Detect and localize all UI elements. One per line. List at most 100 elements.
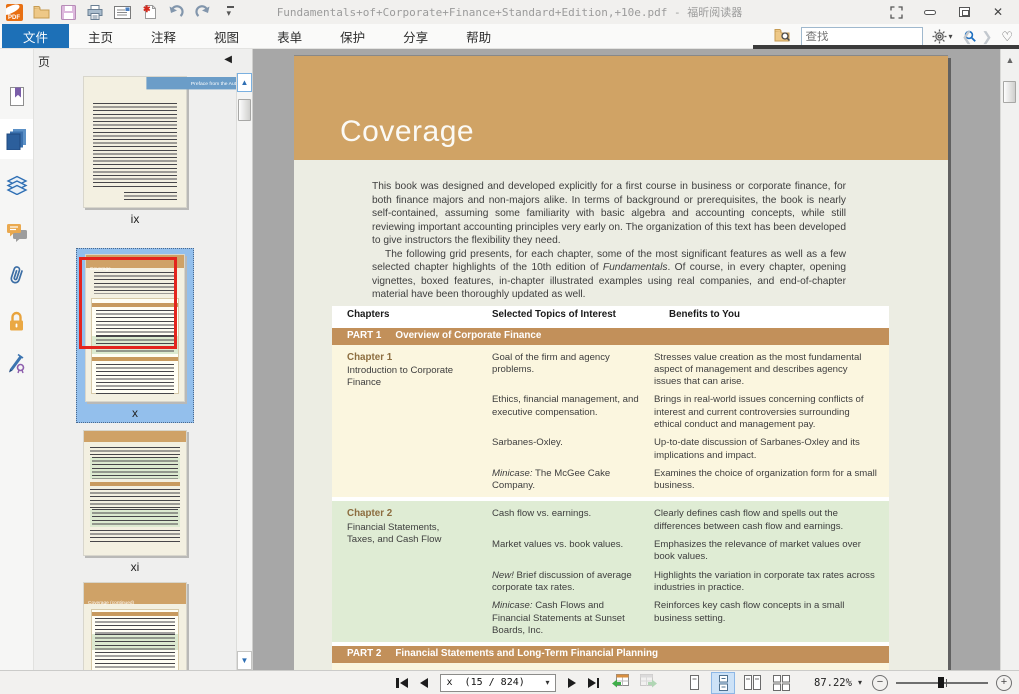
tab-comment[interactable]: 注释 [132, 24, 195, 48]
customize-toolbar-dropdown-icon[interactable]: ▾ [221, 3, 239, 21]
thumbnail-page-next[interactable]: Coverage (continued) [83, 582, 187, 670]
page-title-banner: Coverage [294, 56, 948, 160]
attachments-panel-icon[interactable] [0, 257, 33, 293]
table-row: Sarbanes-Oxley. Up-to-date discussion of… [477, 437, 889, 462]
continuous-facing-mode-icon[interactable] [770, 673, 792, 693]
zoom-level-value[interactable]: 87.22% [814, 677, 852, 689]
panel-collapse-icon[interactable]: ◀ [224, 54, 232, 65]
next-page-button[interactable] [568, 678, 576, 688]
chapter-title: Introduction to Corporate Finance [347, 365, 461, 390]
last-page-button[interactable] [588, 678, 600, 688]
thumb-scrollbar-thumb[interactable] [238, 99, 251, 121]
foxit-logo-icon[interactable]: PDF [5, 3, 23, 21]
document-scrollbar[interactable]: ▲ [1000, 49, 1019, 670]
thumbnail-text-lines [94, 272, 176, 294]
create-pdf-icon[interactable]: ✱ [140, 3, 158, 21]
window-controls: ✕ [879, 0, 1015, 24]
chapter-title: Financial Statements, Taxes, and Cash Fl… [347, 522, 461, 547]
tab-share[interactable]: 分享 [384, 24, 447, 48]
page-field-dropdown-icon[interactable]: ▾ [541, 678, 555, 687]
ribbon-layout-icon[interactable] [879, 1, 913, 23]
previous-view-icon[interactable] [611, 673, 630, 693]
tab-help[interactable]: 帮助 [447, 24, 510, 48]
tab-protect[interactable]: 保护 [321, 24, 384, 48]
column-header: Benefits to You [654, 309, 889, 321]
email-icon[interactable] [113, 3, 131, 21]
pages-panel-icon[interactable] [0, 119, 33, 159]
previous-page-button[interactable] [420, 678, 428, 688]
thumbnail-label: xi [83, 560, 187, 574]
zoom-out-button[interactable]: − [872, 675, 888, 691]
single-page-mode-icon[interactable] [683, 673, 705, 693]
thumbnail-text-lines [124, 192, 177, 200]
redo-icon[interactable] [194, 3, 212, 21]
scrollbar-thumb[interactable] [1003, 81, 1016, 103]
page-number-value[interactable]: x (15 / 824) [441, 677, 541, 688]
page-title: Coverage [340, 115, 474, 149]
search-in-folder-icon[interactable] [774, 27, 792, 47]
pdf-page: Coverage This book was designed and deve… [294, 55, 948, 670]
zoom-in-button[interactable]: + [996, 675, 1012, 691]
panel-title: 页 [34, 49, 252, 73]
close-button[interactable]: ✕ [981, 1, 1015, 23]
find-toolbar: ▾ ❮ ❯ ♡ [774, 26, 1013, 47]
zoom-dropdown-icon[interactable]: ▾ [858, 678, 862, 687]
thumbnail-list: Preface from the Authors ix Coverage [34, 73, 236, 670]
find-previous-icon[interactable]: ❮ [962, 29, 973, 45]
thumb-scroll-up-button[interactable]: ▲ [237, 73, 252, 92]
save-icon[interactable] [59, 3, 77, 21]
tab-file[interactable]: 文件 [2, 24, 69, 48]
continuous-mode-icon[interactable] [712, 673, 734, 693]
thumbnail-header-text: Preface from the Authors [191, 81, 236, 87]
print-icon[interactable] [86, 3, 104, 21]
table-row: Goal of the firm and agency problems. St… [477, 352, 889, 389]
tab-form[interactable]: 表单 [258, 24, 321, 48]
pages-panel: 页 ◀ Preface from the Authors ix Coverage [34, 49, 253, 670]
signatures-panel-icon[interactable] [0, 345, 33, 381]
thumbnail-label: x [85, 406, 185, 420]
search-box [801, 27, 923, 47]
first-page-button[interactable] [396, 678, 408, 688]
thumb-scroll-down-button[interactable]: ▼ [237, 651, 252, 670]
tab-home[interactable]: 主页 [69, 24, 132, 48]
table-row: New! Brief discussion of average corpora… [477, 570, 889, 595]
thumbnail-page-x-selected[interactable]: Coverage x [76, 248, 194, 423]
column-header: Chapters [332, 309, 477, 321]
part-1-header-row: PART 1Overview of Corporate Finance [332, 328, 889, 345]
zoom-slider[interactable] [896, 675, 988, 691]
next-view-icon[interactable] [639, 673, 658, 693]
facing-mode-icon[interactable] [741, 673, 763, 693]
undo-icon[interactable] [167, 3, 185, 21]
thumbnail-page-ix[interactable]: Preface from the Authors ix [83, 76, 187, 226]
open-file-icon[interactable] [32, 3, 50, 21]
column-header: Selected Topics of Interest [477, 309, 654, 321]
document-viewer[interactable]: Coverage This book was designed and deve… [253, 49, 1000, 670]
table-row: Ethics, financial management, and execut… [477, 394, 889, 431]
zoom-slider-handle[interactable] [938, 677, 944, 688]
heart-icon[interactable]: ♡ [1001, 29, 1013, 45]
part-2-header-row: PART 2Financial Statements and Long-Term… [332, 646, 889, 663]
tab-view[interactable]: 视图 [195, 24, 258, 48]
page-number-field[interactable]: x (15 / 824) ▾ [440, 674, 556, 692]
thumbnail-table-preview [91, 298, 179, 394]
search-options-gear-icon[interactable]: ▾ [932, 29, 953, 44]
scroll-up-icon[interactable]: ▲ [1001, 55, 1019, 65]
find-next-icon[interactable]: ❯ [981, 29, 992, 45]
table-section-chapter-1: Chapter 1 Introduction to Corporate Fina… [332, 345, 889, 498]
table-section-chapter-2: Chapter 2 Financial Statements, Taxes, a… [332, 501, 889, 642]
intro-paragraph-2: The following grid presents, for each ch… [372, 248, 846, 302]
thumbnail-page-xi[interactable]: xi [83, 430, 187, 574]
comments-panel-icon[interactable] [0, 215, 33, 251]
thumbnail-scrollbar[interactable]: ▲ ▼ [236, 73, 252, 670]
table-row: Market values vs. book values. Emphasize… [477, 539, 889, 564]
coverage-table: Chapters Selected Topics of Interest Ben… [332, 306, 889, 671]
layers-panel-icon[interactable] [0, 167, 33, 203]
minimize-button[interactable] [913, 1, 947, 23]
security-panel-icon[interactable] [0, 303, 33, 339]
chapter-name: Chapter 2 [347, 508, 461, 520]
table-section-chapter-3: Chapter 3 Working with Financial Expande… [332, 663, 889, 670]
restore-button[interactable] [947, 1, 981, 23]
thumbnail-header-text: Coverage (continued) [88, 600, 134, 605]
bookmarks-panel-icon[interactable] [0, 78, 33, 114]
table-row: Minicase: The McGee Cake Company. Examin… [477, 468, 889, 493]
